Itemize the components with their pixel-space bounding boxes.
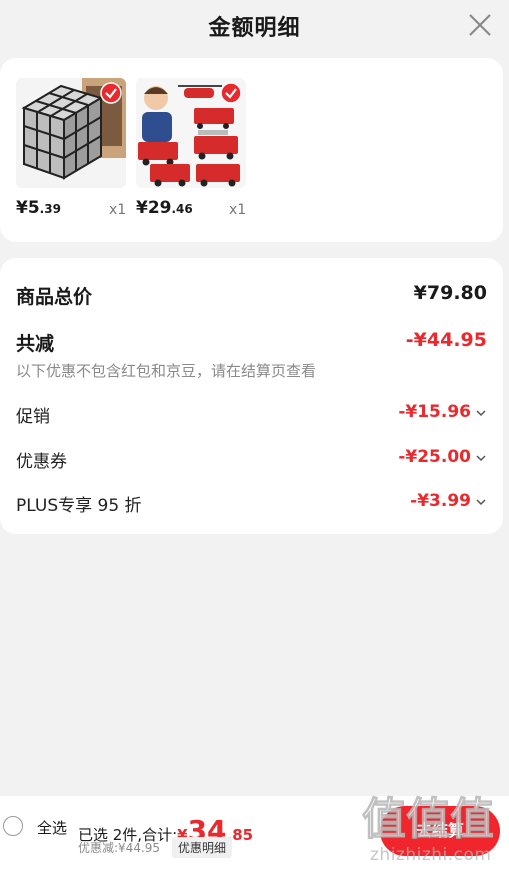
- svg-text:值值值: 值值值: [362, 794, 494, 842]
- total-reduce-label: 共减: [16, 333, 55, 355]
- header: 金额明细: [0, 0, 509, 52]
- checked-icon[interactable]: [100, 82, 122, 104]
- discount-summary: 优惠减:¥44.95: [78, 841, 161, 855]
- discount-value: -¥3.99: [410, 491, 471, 511]
- discount-detail-button[interactable]: 优惠明细: [172, 837, 233, 858]
- watermark-text: zhizhizhi.com: [370, 845, 492, 865]
- checked-icon[interactable]: [220, 82, 242, 104]
- discount-label: 优惠券: [16, 452, 67, 472]
- chevron-down-icon[interactable]: [475, 453, 487, 463]
- product-quantity: x1: [229, 202, 247, 218]
- page-title: 金额明细: [208, 16, 301, 41]
- total-price-label: 商品总价: [16, 286, 93, 308]
- total-reduce-value: -¥44.95: [405, 329, 487, 351]
- discount-label: PLUS专享 95 折: [16, 496, 142, 516]
- product-price: ¥29.46: [136, 198, 193, 218]
- price-summary-card: 商品总价 ¥79.80 共减 -¥44.95 以下优惠不包含红包和京豆，请在结算…: [0, 258, 503, 534]
- discount-value: -¥15.96: [398, 402, 471, 422]
- watermark-logo: 值值值: [362, 794, 495, 843]
- discount-label: 促销: [16, 407, 50, 427]
- products-card: ¥5.39 x1 ¥29.46 x1: [0, 58, 503, 242]
- product-quantity: x1: [109, 202, 127, 218]
- product-item[interactable]: ¥5.39 x1: [16, 78, 126, 238]
- select-all-label[interactable]: 全选: [37, 817, 67, 838]
- discount-value: -¥25.00: [398, 447, 471, 467]
- product-price: ¥5.39: [16, 198, 61, 218]
- chevron-down-icon[interactable]: [475, 408, 487, 418]
- chevron-down-icon[interactable]: [475, 497, 487, 507]
- close-icon[interactable]: [467, 12, 493, 38]
- product-item[interactable]: ¥29.46 x1: [136, 78, 246, 238]
- select-all-radio[interactable]: [3, 816, 23, 836]
- discount-note: 以下优惠不包含红包和京豆，请在结算页查看: [16, 362, 317, 380]
- total-price-value: ¥79.80: [413, 282, 487, 304]
